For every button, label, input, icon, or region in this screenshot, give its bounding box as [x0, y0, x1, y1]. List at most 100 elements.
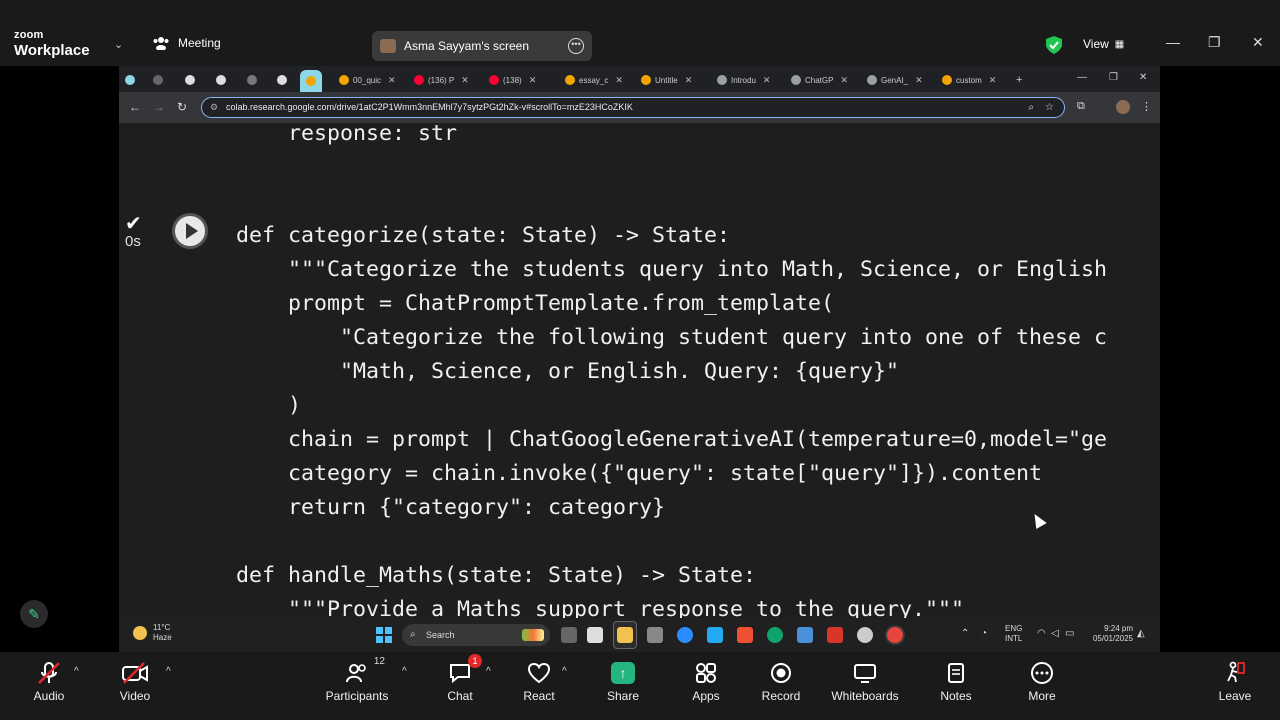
close-icon[interactable]: ✕	[1139, 72, 1147, 83]
browser-tab[interactable]: (138) ✕	[489, 70, 536, 90]
minimize-icon[interactable]: —	[1077, 72, 1087, 83]
chrome-icon[interactable]	[887, 627, 903, 643]
task-view-icon[interactable]	[561, 627, 577, 643]
chevron-up-icon[interactable]: ^	[74, 666, 79, 677]
windows-start-icon[interactable]	[376, 627, 392, 643]
profile-avatar[interactable]	[1116, 100, 1130, 114]
view-button[interactable]: View ▦	[1083, 37, 1124, 51]
chevron-down-icon[interactable]: ⌄	[114, 38, 123, 51]
share-button[interactable]: ↑ Share	[583, 660, 663, 703]
close-icon[interactable]: ✕	[615, 75, 623, 86]
address-bar-row: ← → ↻ ⚙ colab.research.google.com/drive/…	[119, 92, 1160, 123]
code-line: response: str	[236, 123, 458, 146]
apps-label: Apps	[692, 689, 720, 703]
close-icon[interactable]: ✕	[915, 75, 923, 86]
tray-app-icon[interactable]: ◔	[981, 628, 987, 639]
office-icon[interactable]	[827, 627, 843, 643]
zoom-icon[interactable]: ⌕	[1028, 98, 1034, 117]
settings-icon[interactable]	[857, 627, 873, 643]
chevron-up-icon[interactable]: ^	[486, 666, 491, 677]
store-icon[interactable]	[587, 627, 603, 643]
record-button[interactable]: Record	[741, 660, 821, 703]
react-button[interactable]: React	[499, 660, 579, 703]
tab-label: custom	[956, 75, 982, 85]
zoom-window: zoom Workplace ⌄ Meeting Asma Sayyam's s…	[0, 0, 1280, 720]
browser-tab[interactable]: Untitle ✕	[641, 70, 692, 90]
weather-widget[interactable]: 11°C Haze	[133, 623, 172, 643]
wifi-icon[interactable]: ◠	[1037, 628, 1046, 639]
participants-button[interactable]: 12 Participants	[317, 656, 397, 703]
camera-icon[interactable]	[647, 627, 663, 643]
extensions-icon[interactable]: ⧉	[1077, 100, 1085, 113]
tab-label: Untitle	[655, 75, 678, 85]
more-button[interactable]: More	[1002, 660, 1082, 703]
close-icon[interactable]: ✕	[989, 75, 997, 86]
browser-tab[interactable]: essay_c ✕	[565, 70, 623, 90]
tab-active[interactable]	[300, 70, 322, 92]
annotate-pencil-button[interactable]: ✎	[20, 600, 48, 628]
file-explorer-icon[interactable]	[617, 627, 633, 643]
taskbar-search[interactable]: ⌕ Search	[402, 624, 550, 646]
meeting-button[interactable]: Meeting	[152, 36, 221, 50]
video-button[interactable]: Video	[95, 660, 175, 703]
close-icon[interactable]: ✕	[840, 75, 848, 86]
github-icon[interactable]	[216, 70, 226, 90]
app-icon[interactable]	[797, 627, 813, 643]
notes-button[interactable]: Notes	[916, 660, 996, 703]
browser-tab[interactable]: custom ✕	[942, 70, 996, 90]
chevron-up-icon[interactable]: ^	[562, 666, 567, 677]
apps-icon	[695, 660, 717, 686]
url-field[interactable]: ⚙ colab.research.google.com/drive/1atC2P…	[201, 97, 1065, 118]
browser-menu-icon[interactable]: ⋮	[1141, 100, 1152, 113]
volume-icon[interactable]: ◁	[1051, 628, 1059, 639]
colab-icon[interactable]	[247, 70, 257, 90]
close-icon[interactable]: ✕	[461, 75, 469, 86]
forward-icon[interactable]: →	[153, 100, 165, 114]
browser-tab[interactable]: ChatGP ✕	[791, 70, 848, 90]
heart-icon	[527, 660, 551, 686]
close-icon[interactable]: ✕	[1252, 34, 1264, 51]
restore-icon[interactable]: ❐	[1208, 34, 1221, 51]
leave-label: Leave	[1218, 689, 1252, 703]
browser-tab[interactable]: Introdu ✕	[717, 70, 770, 90]
back-icon[interactable]: ←	[129, 100, 141, 114]
close-icon[interactable]: ✕	[529, 75, 537, 86]
chevron-up-icon[interactable]: ^	[166, 666, 171, 677]
browser-tab[interactable]: (136) P ✕	[414, 70, 469, 90]
edge-icon[interactable]	[767, 627, 783, 643]
github-icon[interactable]	[185, 70, 195, 90]
whiteboards-label: Whiteboards	[831, 689, 899, 703]
chevron-up-icon[interactable]: ⌃	[961, 628, 969, 639]
security-shield-icon[interactable]	[1046, 36, 1062, 54]
battery-icon[interactable]: ▭	[1065, 628, 1074, 639]
git-icon[interactable]	[737, 627, 753, 643]
shared-screen-pill[interactable]: Asma Sayyam's screen •••	[372, 31, 592, 61]
reload-icon[interactable]: ↻	[177, 100, 187, 114]
system-clock[interactable]: 9:24 pm 05/01/2025	[1085, 624, 1133, 644]
new-tab-button[interactable]: +	[1016, 70, 1022, 90]
whiteboards-button[interactable]: Whiteboards	[825, 660, 905, 703]
apps-button[interactable]: Apps	[666, 660, 746, 703]
close-icon[interactable]: ✕	[685, 75, 693, 86]
zoom-app-icon[interactable]	[677, 627, 693, 643]
close-icon[interactable]: ✕	[388, 75, 396, 86]
vscode-icon[interactable]	[707, 627, 723, 643]
notification-bell-icon[interactable]: ◭	[1137, 628, 1145, 639]
close-icon[interactable]: ✕	[763, 75, 771, 86]
chevron-up-icon[interactable]: ^	[402, 666, 407, 677]
more-options-icon[interactable]: •••	[568, 38, 584, 54]
browser-tab[interactable]: 00_quic ✕	[339, 70, 396, 90]
github-icon[interactable]	[277, 70, 287, 90]
run-cell-button[interactable]	[172, 213, 208, 249]
video-off-icon	[121, 660, 149, 686]
tab-search-icon[interactable]	[125, 70, 135, 90]
leave-button[interactable]: Leave	[1195, 660, 1275, 703]
minimize-icon[interactable]: —	[1166, 34, 1180, 50]
tab-label: (136) P	[428, 75, 455, 85]
restore-icon[interactable]: ❐	[1109, 72, 1118, 83]
site-info-icon[interactable]: ⚙	[210, 98, 218, 117]
browser-tab[interactable]: GenAI_ ✕	[867, 70, 923, 90]
tab-pinned-1[interactable]	[153, 70, 163, 90]
language-indicator[interactable]: ENG INTL	[1005, 624, 1022, 644]
bookmark-star-icon[interactable]: ☆	[1045, 98, 1054, 117]
